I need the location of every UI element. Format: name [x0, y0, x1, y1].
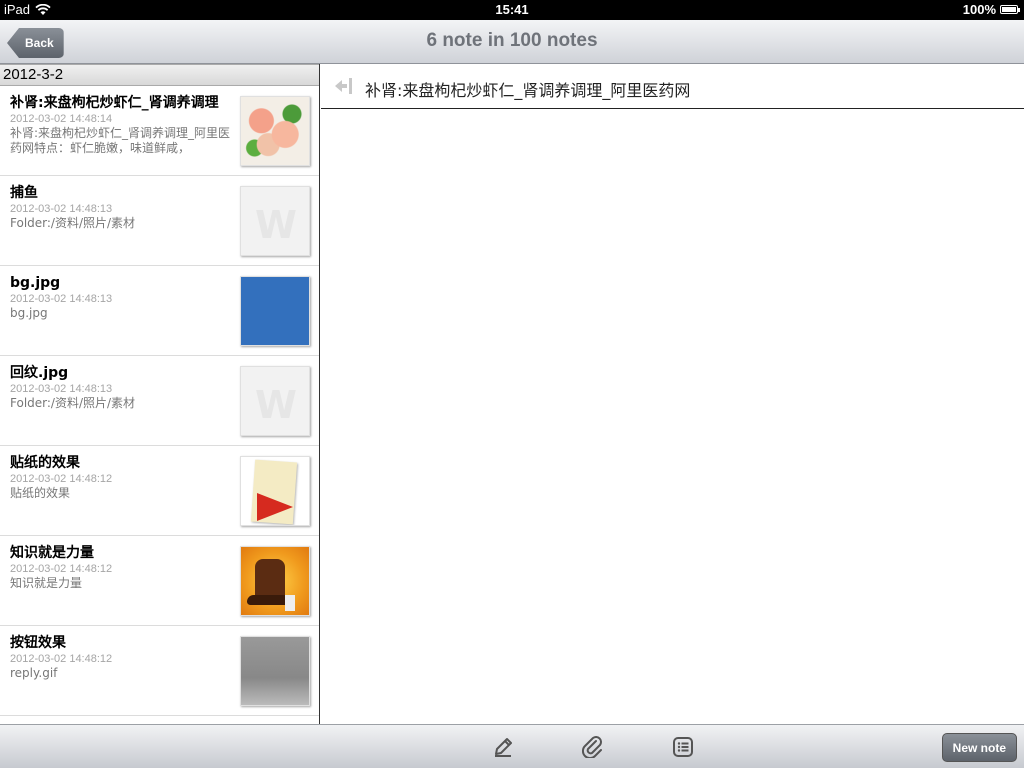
placeholder-image-icon: W — [240, 366, 310, 436]
page-title: 6 note in 100 notes — [426, 30, 598, 51]
note-title: 按钮效果 — [10, 635, 66, 651]
detail-header: 补肾:来盘枸杞炒虾仁_肾调养调理_阿里医药网 — [321, 64, 1024, 109]
list-icon[interactable] — [672, 736, 694, 758]
clock: 15:41 — [495, 2, 529, 17]
red-arrow-icon — [257, 493, 293, 521]
detail-title: 补肾:来盘枸杞炒虾仁_肾调养调理_阿里医药网 — [365, 81, 691, 100]
note-title: 贴纸的效果 — [10, 455, 80, 471]
note-title: 回纹.jpg — [10, 365, 69, 381]
note-date: 2012-03-02 14:48:13 — [10, 293, 113, 305]
note-list-item[interactable]: bg.jpg 2012-03-02 14:48:13 bg.jpg — [0, 266, 319, 356]
note-title: 捕鱼 — [10, 185, 38, 201]
note-list-item[interactable]: 补肾:来盘枸杞炒虾仁_肾调养调理 2012-03-02 14:48:14 补肾:… — [0, 86, 319, 176]
section-header-date: 2012-3-2 — [0, 64, 319, 86]
note-snippet: 知识就是力量 — [10, 576, 83, 590]
bottom-toolbar: New note — [0, 724, 1024, 768]
note-date: 2012-03-02 14:48:12 — [10, 473, 113, 485]
new-note-button[interactable]: New note — [941, 733, 1017, 762]
note-snippet: Folder:/资料/照片/素材 — [10, 396, 136, 410]
battery-icon — [1000, 5, 1020, 14]
note-date: 2012-03-02 14:48:12 — [10, 563, 113, 575]
note-thumbnail — [240, 96, 310, 166]
note-title: 补肾:来盘枸杞炒虾仁_肾调养调理 — [10, 95, 219, 111]
note-date: 2012-03-02 14:48:14 — [10, 113, 113, 125]
battery-percent: 100% — [962, 2, 996, 17]
note-thumbnail — [240, 546, 310, 616]
note-thumbnail — [240, 456, 310, 526]
note-list-item[interactable]: 贴纸的效果 2012-03-02 14:48:12 贴纸的效果 — [0, 446, 319, 536]
note-snippet: 贴纸的效果 — [10, 486, 71, 500]
note-detail: 补肾:来盘枸杞炒虾仁_肾调养调理_阿里医药网 — [321, 64, 1024, 724]
note-title: 知识就是力量 — [10, 545, 94, 561]
paperclip-icon[interactable] — [582, 736, 604, 758]
status-right: 100% — [962, 2, 1020, 17]
note-snippet: reply.gif — [10, 666, 58, 680]
note-snippet: Folder:/资料/照片/素材 — [10, 216, 136, 230]
pencil-icon[interactable] — [492, 736, 514, 758]
note-date: 2012-03-02 14:48:13 — [10, 383, 113, 395]
note-snippet: 补肾:来盘枸杞炒虾仁_肾调养调理_阿里医药网特点：虾仁脆嫩，味道鲜咸， — [10, 126, 231, 155]
note-thumbnail — [240, 636, 310, 706]
note-snippet: bg.jpg — [10, 306, 48, 320]
note-list-item[interactable]: 知识就是力量 2012-03-02 14:48:12 知识就是力量 — [0, 536, 319, 626]
placeholder-image-icon: W — [240, 186, 310, 256]
note-list[interactable]: 2012-3-2 补肾:来盘枸杞炒虾仁_肾调养调理 2012-03-02 14:… — [0, 64, 320, 724]
note-list-item[interactable]: 捕鱼 2012-03-02 14:48:13 Folder:/资料/照片/素材 … — [0, 176, 319, 266]
note-list-item[interactable]: 回纹.jpg 2012-03-02 14:48:13 Folder:/资料/照片… — [0, 356, 319, 446]
collapse-arrow-icon[interactable] — [333, 77, 353, 95]
note-title: bg.jpg — [10, 275, 61, 291]
status-bar: iPad 15:41 100% — [0, 0, 1024, 20]
note-date: 2012-03-02 14:48:13 — [10, 203, 113, 215]
note-date: 2012-03-02 14:48:12 — [10, 653, 113, 665]
note-list-item[interactable]: 按钮效果 2012-03-02 14:48:12 reply.gif — [0, 626, 319, 716]
note-thumbnail — [240, 276, 310, 346]
navigation-bar: Back 6 note in 100 notes — [0, 20, 1024, 64]
